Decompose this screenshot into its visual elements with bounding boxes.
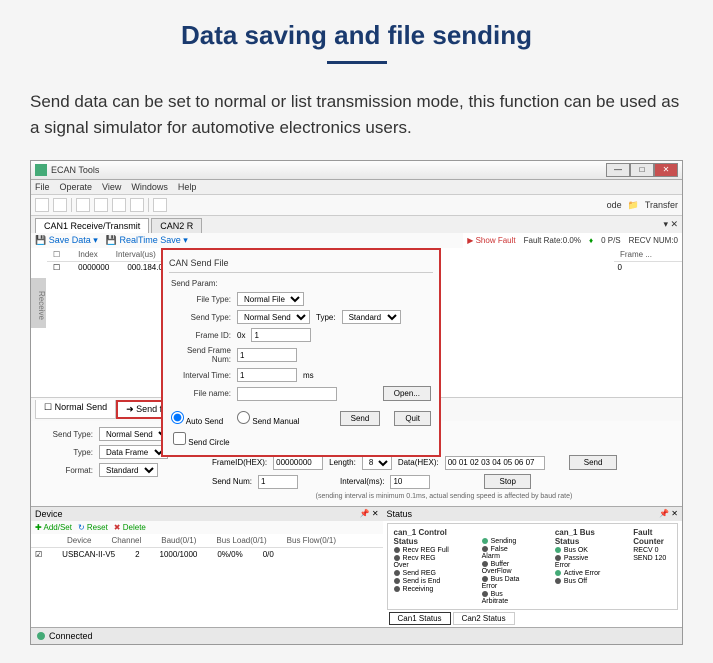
can-send-file-dialog: CAN Send File Send Param: File Type: Nor… bbox=[161, 248, 441, 457]
receive-side-tab[interactable]: Receive bbox=[31, 278, 46, 328]
format-select[interactable]: Standard bbox=[99, 463, 158, 477]
dialog-quit-button[interactable]: Quit bbox=[394, 411, 431, 426]
minimize-button[interactable]: — bbox=[606, 163, 630, 177]
page-description: Send data can be set to normal or list t… bbox=[0, 74, 713, 155]
save-data-button[interactable]: 💾 Save Data ▾ bbox=[35, 235, 98, 246]
dialog-send-button[interactable]: Send bbox=[340, 411, 381, 426]
pause-icon[interactable] bbox=[112, 198, 126, 212]
device-panel-title: Device bbox=[35, 509, 63, 519]
send-button[interactable]: Send bbox=[569, 455, 618, 470]
play-icon[interactable] bbox=[130, 198, 144, 212]
send-manual-radio[interactable]: Send Manual bbox=[237, 411, 299, 426]
menu-operate[interactable]: Operate bbox=[60, 182, 93, 192]
send-param-label: Send Param: bbox=[171, 277, 431, 290]
file-type-select[interactable]: Normal File bbox=[237, 292, 304, 306]
length-select[interactable]: 8 bbox=[362, 456, 392, 470]
statusbar: Connected bbox=[31, 627, 682, 644]
dialog-title: CAN Send File bbox=[169, 256, 433, 272]
menu-help[interactable]: Help bbox=[178, 182, 197, 192]
page-header: Data saving and file sending bbox=[0, 0, 713, 74]
interval-ms-input[interactable] bbox=[390, 475, 430, 489]
titlebar: ECAN Tools — □ ✕ bbox=[31, 161, 682, 180]
interval-input[interactable] bbox=[237, 368, 297, 382]
ps-value: 0 P/S bbox=[601, 236, 621, 245]
table-row[interactable]: ☐ 0000000 000.184.022 bbox=[47, 262, 178, 273]
ode-label: ode bbox=[607, 200, 622, 210]
page-title: Data saving and file sending bbox=[0, 20, 713, 51]
connected-led-icon bbox=[37, 632, 45, 640]
send-num-input[interactable] bbox=[258, 475, 298, 489]
maximize-button[interactable]: □ bbox=[630, 163, 654, 177]
app-window: ECAN Tools — □ ✕ File Operate View Windo… bbox=[30, 160, 683, 645]
file-name-input[interactable] bbox=[237, 387, 337, 401]
fault-rate: Fault Rate:0.0% bbox=[524, 236, 581, 245]
delete-button[interactable]: ✖ Delete bbox=[114, 523, 146, 532]
reset-button[interactable]: ↻ Reset bbox=[78, 523, 108, 532]
stop-button[interactable]: Stop bbox=[484, 474, 530, 489]
window-title: ECAN Tools bbox=[51, 165, 606, 175]
tab-can1[interactable]: CAN1 Receive/Transmit bbox=[35, 218, 149, 233]
device-row[interactable]: ☑ USBCAN-II-V5 2 1000/1000 0%/0% 0/0 bbox=[31, 548, 383, 561]
connection-status: Connected bbox=[49, 631, 93, 641]
new-icon[interactable] bbox=[35, 198, 49, 212]
main-toolbar: ode 📁 Transfer bbox=[31, 195, 682, 216]
normal-send-tab[interactable]: ☐ Normal Send bbox=[35, 400, 116, 419]
close-button[interactable]: ✕ bbox=[654, 163, 678, 177]
frame-id-input[interactable] bbox=[251, 328, 311, 342]
open-button[interactable]: Open... bbox=[383, 386, 431, 401]
menu-windows[interactable]: Windows bbox=[131, 182, 168, 192]
frame-type-select[interactable]: Data Frame bbox=[99, 445, 168, 459]
show-fault-button[interactable]: ▶ Show Fault bbox=[467, 236, 515, 245]
folder-icon: 📁 bbox=[628, 200, 639, 211]
recv-num: RECV NUM:0 bbox=[629, 236, 678, 245]
app-icon bbox=[35, 164, 47, 176]
send-frame-num-input[interactable] bbox=[237, 348, 297, 362]
save-icon[interactable] bbox=[53, 198, 67, 212]
menu-file[interactable]: File bbox=[35, 182, 50, 192]
config-icon[interactable] bbox=[94, 198, 108, 212]
type-select[interactable]: Standard bbox=[342, 310, 401, 324]
auto-send-radio[interactable]: Auto Send bbox=[171, 411, 223, 426]
receive-list-area: Receive ☐ Index Interval(us) Nu Se Frame… bbox=[31, 248, 682, 398]
transfer-label[interactable]: Transfer bbox=[645, 200, 678, 210]
can2-status-tab[interactable]: Can2 Status bbox=[453, 612, 515, 625]
menubar: File Operate View Windows Help bbox=[31, 180, 682, 195]
channel-tabs: CAN1 Receive/Transmit CAN2 R bbox=[31, 216, 208, 233]
data-input[interactable] bbox=[445, 456, 545, 470]
sending-note: (sending interval is minimum 0.1ms, actu… bbox=[212, 491, 676, 502]
col-frame: Frame ... bbox=[620, 250, 652, 259]
status-panel: can_1 Control Status Recv REG Full Recv … bbox=[387, 523, 678, 610]
realtime-save-button[interactable]: 💾 RealTime Save ▾ bbox=[106, 235, 188, 246]
col-index: Index bbox=[78, 250, 98, 259]
col-interval: Interval(us) bbox=[116, 250, 156, 259]
send-type-select[interactable]: Normal Send bbox=[237, 310, 310, 324]
status-panel-title: Status bbox=[387, 509, 413, 519]
device-icon[interactable] bbox=[76, 198, 90, 212]
title-underline bbox=[327, 61, 387, 64]
filter-icon[interactable] bbox=[153, 198, 167, 212]
can1-status-tab[interactable]: Can1 Status bbox=[389, 612, 451, 625]
tab-can2[interactable]: CAN2 R bbox=[151, 218, 202, 233]
send-circle-check[interactable]: Send Circle bbox=[173, 438, 230, 447]
add-set-button[interactable]: ✚ Add/Set bbox=[35, 523, 72, 532]
frameid-input[interactable] bbox=[273, 456, 323, 470]
menu-view[interactable]: View bbox=[102, 182, 121, 192]
